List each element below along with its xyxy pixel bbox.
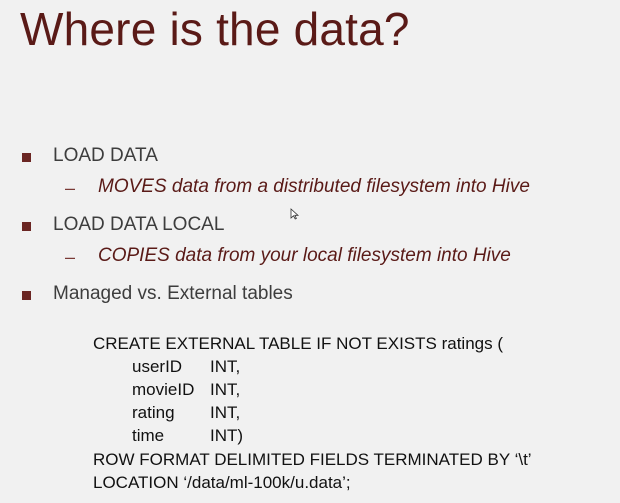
sub-bullet-load-data-local: COPIES data from your local filesystem i… xyxy=(98,245,511,266)
sub-bullet-dash: – xyxy=(65,178,76,198)
bullet-managed-vs-external: Managed vs. External tables xyxy=(53,283,293,304)
code-column-name: rating xyxy=(132,403,175,422)
bullet-square-icon xyxy=(22,222,31,231)
code-column-name: userID xyxy=(132,357,183,376)
bullet-square-icon xyxy=(22,291,31,300)
sub-bullet-load-data: MOVES data from a distributed filesystem… xyxy=(98,176,530,197)
sub-bullet-dash: – xyxy=(65,247,76,267)
code-line-create-table: CREATE EXTERNAL TABLE IF NOT EXISTS rati… xyxy=(93,334,503,353)
code-column-name: movieID xyxy=(132,380,195,399)
slide-title: Where is the data? xyxy=(20,3,410,55)
code-line-location: LOCATION ‘/data/ml-100k/u.data’; xyxy=(93,473,351,492)
code-column-type: INT, xyxy=(210,403,241,422)
code-column-type: INT) xyxy=(210,426,244,445)
code-column-type: INT, xyxy=(210,380,241,399)
code-column-name: time xyxy=(132,426,165,445)
code-line-row-format: ROW FORMAT DELIMITED FIELDS TERMINATED B… xyxy=(93,450,532,469)
mouse-pointer-icon xyxy=(290,208,300,220)
bullet-load-data: LOAD DATA xyxy=(53,145,158,166)
code-column-type: INT, xyxy=(210,357,241,376)
bullet-load-data-local: LOAD DATA LOCAL xyxy=(53,214,225,235)
slide: Where is the data? LOAD DATA – MOVES dat… xyxy=(0,0,620,503)
bullet-square-icon xyxy=(22,153,31,162)
